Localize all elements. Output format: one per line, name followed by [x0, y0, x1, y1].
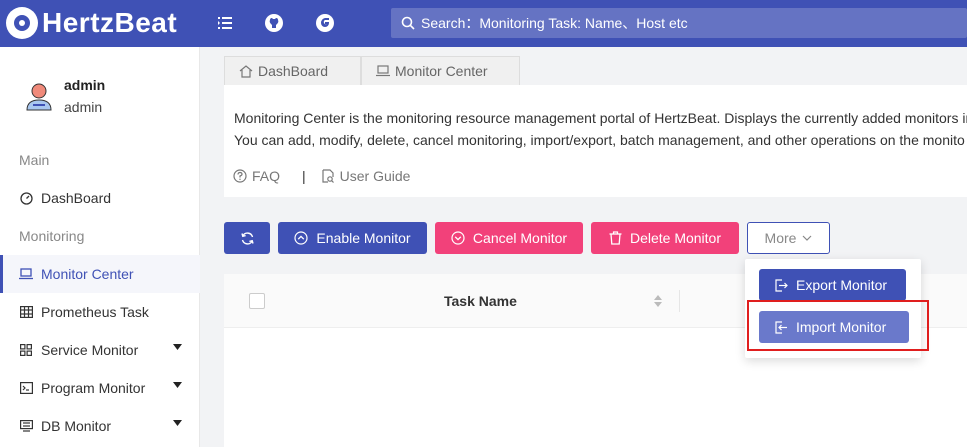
faq-label: FAQ — [252, 168, 281, 184]
sidebar-item-program-monitor[interactable]: Program Monitor — [0, 369, 200, 407]
user-name: admin — [64, 77, 106, 93]
sidebar-item-db-monitor[interactable]: DB Monitor — [0, 407, 200, 445]
question-circle-icon — [233, 169, 247, 183]
sidebar-item-label: Program Monitor — [41, 380, 146, 396]
file-search-icon — [322, 169, 334, 183]
sidebar-item-monitor-center[interactable]: Monitor Center — [0, 255, 200, 293]
avatar — [26, 83, 52, 111]
search-placeholder: Search：Monitoring Task: Name、Host etc — [421, 15, 688, 31]
code-icon — [19, 381, 33, 395]
export-icon — [775, 278, 788, 292]
top-header: HertzBeat Search：Monitoring Task: Name、H… — [0, 0, 967, 47]
description-line-1: Monitoring Center is the monitoring reso… — [234, 110, 967, 126]
gitee-icon[interactable] — [315, 13, 335, 33]
brand-name: HertzBeat — [42, 7, 178, 38]
tab-label: DashBoard — [258, 63, 329, 79]
sidebar-item-label: DB Monitor — [41, 418, 112, 434]
enable-monitor-label: Enable Monitor — [316, 230, 411, 246]
user-role: admin — [64, 99, 103, 115]
more-label: More — [764, 230, 797, 246]
menu-fold-icon[interactable] — [215, 13, 235, 33]
chevron-down-icon — [173, 382, 182, 388]
cancel-monitor-button[interactable]: Cancel Monitor — [435, 222, 583, 254]
enable-monitor-button[interactable]: Enable Monitor — [278, 222, 427, 254]
cancel-monitor-label: Cancel Monitor — [472, 230, 568, 246]
column-header-task-name[interactable]: Task Name — [444, 293, 517, 309]
sidebar-item-service-monitor[interactable]: Service Monitor — [0, 331, 200, 369]
nav-group-main: Main — [19, 152, 50, 168]
laptop-icon — [376, 65, 390, 77]
select-all-checkbox[interactable] — [249, 293, 265, 309]
sync-icon — [240, 231, 254, 245]
user-guide-link[interactable]: User Guide — [322, 168, 411, 184]
delete-icon — [609, 231, 622, 245]
dashboard-icon — [19, 191, 33, 205]
home-icon — [239, 64, 253, 78]
sidebar-item-label: Prometheus Task — [41, 304, 149, 320]
database-icon — [19, 419, 33, 433]
tab-label: Monitor Center — [395, 63, 488, 79]
info-card: Monitoring Center is the monitoring reso… — [224, 85, 967, 197]
sidebar-item-prometheus-task[interactable]: Prometheus Task — [0, 293, 200, 331]
chevron-down-icon — [173, 344, 182, 350]
sidebar-item-label: DashBoard — [41, 190, 112, 206]
export-monitor-button[interactable]: Export Monitor — [759, 269, 906, 301]
link-separator: | — [302, 168, 306, 184]
delete-monitor-button[interactable]: Delete Monitor — [591, 222, 739, 254]
hertzbeat-logo-icon — [6, 7, 38, 39]
tab-monitor-center[interactable]: Monitor Center — [361, 56, 520, 85]
tab-bar: DashBoard Monitor Center — [212, 47, 967, 85]
search-bar[interactable]: Search：Monitoring Task: Name、Host etc — [391, 8, 967, 38]
sidebar-item-dashboard[interactable]: DashBoard — [0, 179, 200, 217]
appstore-icon — [19, 343, 33, 357]
column-divider — [679, 290, 680, 312]
table-icon — [19, 305, 33, 319]
sidebar: admin admin Main DashBoard Monitoring Mo… — [0, 47, 200, 447]
help-links: FAQ | User Guide — [233, 168, 410, 184]
export-monitor-label: Export Monitor — [796, 277, 888, 293]
github-icon[interactable] — [264, 13, 284, 33]
laptop-icon — [19, 267, 33, 281]
highlight-box — [747, 300, 929, 351]
app-logo[interactable]: HertzBeat — [6, 5, 177, 41]
chevron-down-icon — [803, 235, 812, 241]
nav-group-monitoring: Monitoring — [19, 228, 85, 244]
down-circle-icon — [451, 231, 465, 245]
sidebar-item-label: Service Monitor — [41, 342, 139, 358]
refresh-button[interactable] — [224, 222, 270, 254]
search-icon — [401, 16, 415, 30]
sidebar-item-label: Monitor Center — [41, 266, 134, 282]
chevron-down-icon — [173, 420, 182, 426]
up-circle-icon — [294, 231, 309, 245]
description-line-2: You can add, modify, delete, cancel moni… — [234, 132, 965, 148]
faq-link[interactable]: FAQ — [233, 168, 280, 184]
sort-icon[interactable] — [654, 295, 662, 307]
page-description: Monitoring Center is the monitoring reso… — [234, 107, 967, 151]
tab-dashboard[interactable]: DashBoard — [224, 56, 361, 85]
more-button[interactable]: More — [747, 222, 830, 254]
delete-monitor-label: Delete Monitor — [629, 230, 722, 246]
user-guide-label: User Guide — [339, 168, 411, 184]
